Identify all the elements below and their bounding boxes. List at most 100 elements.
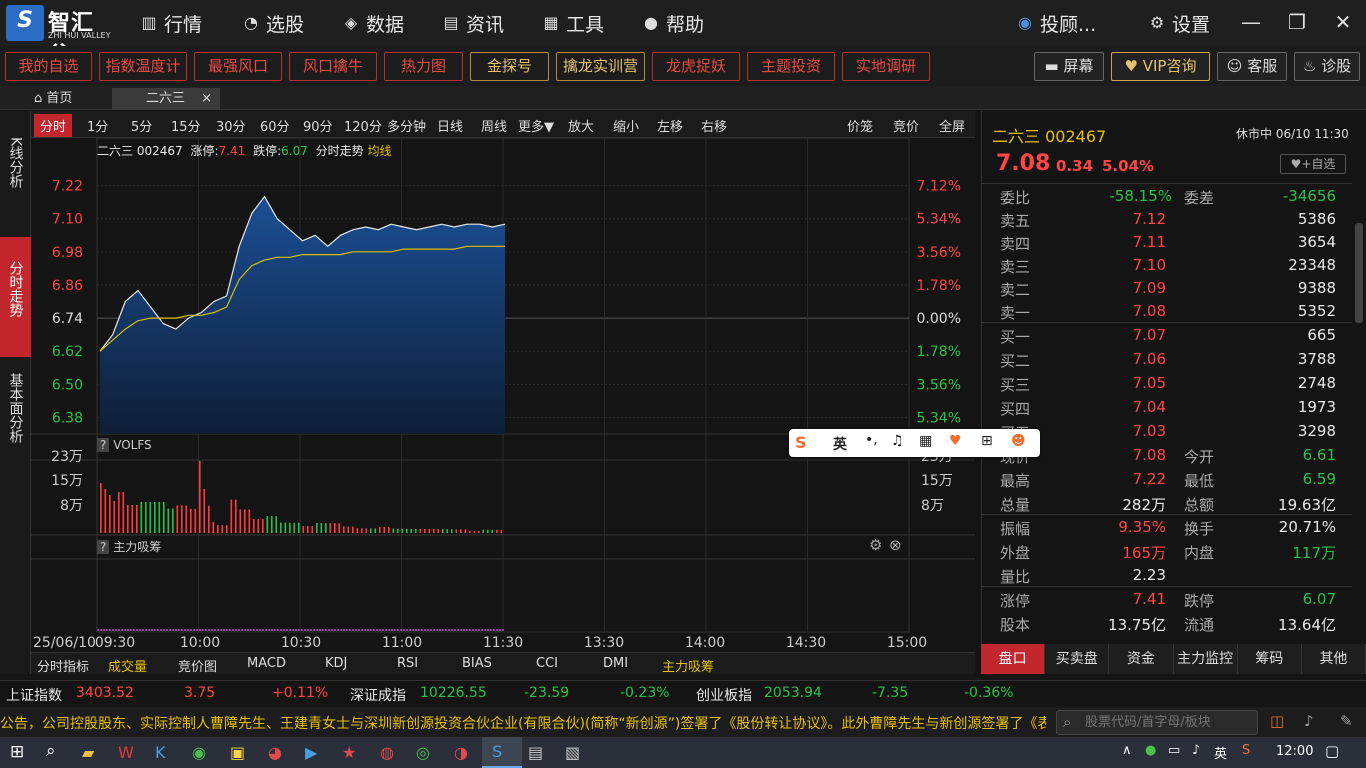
- ind-rsi[interactable]: RSI: [397, 656, 418, 671]
- period-day[interactable]: 日线: [437, 116, 463, 135]
- tab-other[interactable]: 其他: [1302, 644, 1366, 674]
- ind-macd[interactable]: MACD: [247, 656, 286, 671]
- btn-my-watchlist[interactable]: 我的自选: [5, 52, 92, 81]
- btn-zoom-in[interactable]: 放大: [568, 116, 594, 135]
- restore-icon[interactable]: ❐: [1274, 0, 1320, 46]
- tab-buysell[interactable]: 买卖盘: [1045, 644, 1110, 674]
- btn-fullscreen[interactable]: 全屏: [939, 116, 965, 135]
- nav-shuju[interactable]: ◈ 数据: [342, 9, 404, 37]
- index-name[interactable]: 创业板指: [696, 685, 752, 705]
- stat-row[interactable]: 外盘 165万 内盘 117万: [982, 539, 1352, 563]
- tray-chevron-icon[interactable]: ∧: [1122, 743, 1132, 758]
- period-1m[interactable]: 1分: [87, 116, 108, 135]
- sogou-icon[interactable]: S: [1242, 743, 1250, 758]
- stat-row[interactable]: 股本 13.75亿 流通 13.64亿: [982, 611, 1352, 635]
- ask-row[interactable]: 卖二 7.09 9388: [982, 276, 1352, 300]
- clock[interactable]: 12:00: [1276, 744, 1313, 759]
- tray-icon[interactable]: ●: [1145, 743, 1156, 758]
- app-icon[interactable]: ▶: [305, 743, 317, 762]
- bid-row[interactable]: 买二 7.06 3788: [982, 347, 1352, 371]
- tab-pankou[interactable]: 盘口: [981, 644, 1046, 674]
- sogou-logo-icon[interactable]: S: [795, 433, 807, 452]
- btn-heatmap[interactable]: 热力图: [384, 52, 463, 81]
- ind-cci[interactable]: CCI: [536, 656, 558, 671]
- period-fenshi[interactable]: 分时: [34, 114, 73, 137]
- network-icon[interactable]: ▭: [1168, 743, 1180, 758]
- app-icon[interactable]: ▧: [565, 743, 580, 762]
- app-icon[interactable]: ▤: [528, 743, 543, 762]
- ind-auction[interactable]: 竞价图: [178, 656, 217, 675]
- btn-vip[interactable]: ♥ VIP咨询: [1111, 52, 1210, 81]
- stat-row[interactable]: 量比 2.23: [982, 563, 1352, 587]
- btn-screen[interactable]: ▬ 屏幕: [1034, 52, 1104, 81]
- stock-search[interactable]: ⌕: [1056, 710, 1258, 735]
- tray-lang[interactable]: 英: [1214, 743, 1227, 762]
- skin-icon[interactable]: ♥: [949, 433, 962, 449]
- close-icon[interactable]: ✕: [1320, 0, 1366, 46]
- period-90m[interactable]: 90分: [303, 116, 333, 135]
- app-icon[interactable]: ★: [342, 743, 356, 762]
- user-menu[interactable]: ◉ 投顾...: [1016, 9, 1096, 37]
- search-input[interactable]: [1085, 713, 1253, 732]
- btn-wind-bull[interactable]: 风口擒牛: [289, 52, 377, 81]
- wps-icon[interactable]: W: [118, 743, 134, 762]
- ind-dmi[interactable]: DMI: [603, 656, 628, 671]
- search-icon[interactable]: ⌕: [46, 741, 56, 761]
- btn-training[interactable]: 擒龙实训营: [556, 52, 645, 81]
- period-15m[interactable]: 15分: [171, 116, 201, 135]
- period-30m[interactable]: 30分: [216, 116, 246, 135]
- emoji-icon[interactable]: ☻: [1011, 433, 1026, 449]
- close-icon[interactable]: ×: [201, 88, 212, 110]
- period-60m[interactable]: 60分: [260, 116, 290, 135]
- punct-icon[interactable]: •,: [865, 432, 878, 448]
- wechat-icon[interactable]: ◎: [416, 743, 430, 762]
- btn-strongest-wind[interactable]: 最强风口: [194, 52, 282, 81]
- btn-index-thermometer[interactable]: 指数温度计: [99, 52, 187, 81]
- ask-row[interactable]: 卖五 7.12 5386: [982, 207, 1352, 231]
- tab-home[interactable]: ⌂ 首页: [34, 88, 104, 110]
- toolbox-icon[interactable]: ⊞: [981, 433, 993, 449]
- nav-xuangu[interactable]: ◔ 选股: [242, 9, 304, 37]
- add-favorite-button[interactable]: ♥+自选: [1280, 154, 1346, 174]
- btn-diagnose[interactable]: ♨ 诊股: [1294, 52, 1360, 81]
- active-app[interactable]: S: [482, 737, 522, 768]
- ask-row[interactable]: 卖四 7.11 3654: [982, 230, 1352, 254]
- app-icon[interactable]: K: [155, 743, 166, 762]
- chrome-icon[interactable]: ◕: [268, 743, 282, 762]
- nav-gongju[interactable]: ▦ 工具: [542, 9, 604, 37]
- settings-button[interactable]: ⚙ 设置: [1148, 9, 1210, 37]
- btn-service[interactable]: ☺ 客服: [1217, 52, 1287, 81]
- tab-stock[interactable]: 二六三 ×: [112, 88, 220, 110]
- side-tab-fundamental[interactable]: 基本面分析: [0, 357, 31, 477]
- btn-theme-invest[interactable]: 主题投资: [747, 52, 835, 81]
- gear-icon[interactable]: ⚙: [869, 536, 882, 554]
- ind-main-force[interactable]: 主力吸筹: [662, 656, 714, 675]
- btn-jialong[interactable]: 价笼: [847, 116, 873, 135]
- period-week[interactable]: 周线: [481, 116, 507, 135]
- tab-chips[interactable]: 筹码: [1238, 644, 1302, 674]
- app-logo[interactable]: S 智汇谷 ZHI HUI VALLEY: [4, 3, 116, 68]
- ind-volume[interactable]: 成交量: [108, 656, 147, 675]
- btn-dragon[interactable]: 龙虎捉妖: [652, 52, 740, 81]
- period-120m[interactable]: 120分: [344, 116, 382, 135]
- nav-bangzhu[interactable]: ● 帮助: [642, 9, 704, 37]
- bid-row[interactable]: 买三 7.05 2748: [982, 371, 1352, 395]
- stat-row[interactable]: 振幅 9.35% 换手 20.71%: [982, 515, 1352, 539]
- tab-capital[interactable]: 资金: [1109, 644, 1174, 674]
- btn-right[interactable]: 右移: [701, 116, 727, 135]
- side-tab-timeshare[interactable]: 分时走势: [0, 237, 31, 357]
- notification-icon[interactable]: ▢: [1325, 742, 1339, 760]
- minimize-icon[interactable]: —: [1228, 0, 1274, 46]
- bid-row[interactable]: 买四 7.04 1973: [982, 395, 1352, 419]
- timeshare-chart[interactable]: 7.22 7.12% 7.10 5.34% 6.98 3.56% 6.86 1.78% 6.74…: [31, 138, 975, 652]
- bid-row[interactable]: 买一 7.07 665: [982, 323, 1352, 347]
- close-icon[interactable]: ⊗: [889, 536, 902, 554]
- stat-row[interactable]: 总量 282万 总额 19.63亿: [982, 491, 1352, 515]
- stat-row[interactable]: 涨停 7.41 跌停 6.07: [982, 587, 1352, 611]
- stat-row[interactable]: 最高 7.22 最低 6.59: [982, 467, 1352, 491]
- index-name[interactable]: 深证成指: [350, 685, 406, 705]
- volume-icon[interactable]: ♪: [1192, 743, 1200, 758]
- tab-main-monitor[interactable]: 主力监控: [1174, 644, 1238, 674]
- period-5m[interactable]: 5分: [131, 116, 152, 135]
- ind-kdj[interactable]: KDJ: [325, 656, 347, 671]
